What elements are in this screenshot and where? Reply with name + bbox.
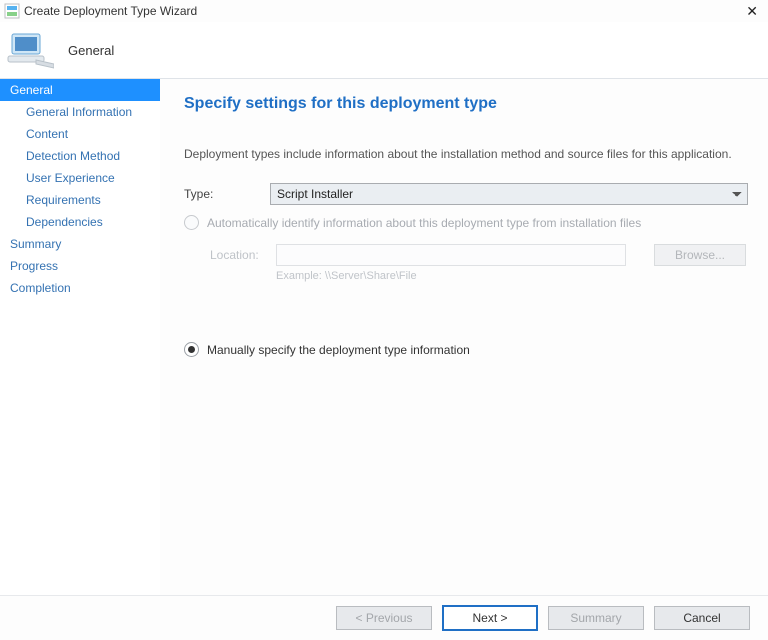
content: Specify settings for this deployment typ… bbox=[160, 79, 768, 595]
auto-identify-radio: Automatically identify information about… bbox=[184, 215, 748, 230]
summary-button: Summary bbox=[548, 606, 644, 630]
description: Deployment types include information abo… bbox=[184, 147, 748, 161]
nav-item-summary[interactable]: Summary bbox=[0, 233, 160, 255]
nav-label: Requirements bbox=[26, 193, 101, 207]
nav-item-detection-method[interactable]: Detection Method bbox=[0, 145, 160, 167]
nav-label: Progress bbox=[10, 259, 58, 273]
close-icon[interactable]: ✕ bbox=[740, 3, 764, 20]
nav-item-general-information[interactable]: General Information bbox=[0, 101, 160, 123]
nav-label: Detection Method bbox=[26, 149, 120, 163]
nav-item-progress[interactable]: Progress bbox=[0, 255, 160, 277]
browse-button: Browse... bbox=[654, 244, 746, 266]
form-area: Deployment types include information abo… bbox=[184, 147, 748, 585]
location-input bbox=[276, 244, 626, 266]
location-example: Example: \\Server\Share\File bbox=[276, 270, 748, 282]
type-select[interactable]: Script Installer bbox=[270, 183, 748, 205]
nav-label: User Experience bbox=[26, 171, 115, 185]
previous-button: < Previous bbox=[336, 606, 432, 630]
wizard-window: Create Deployment Type Wizard ✕ General … bbox=[0, 0, 768, 640]
nav-label: Dependencies bbox=[26, 215, 103, 229]
window-title: Create Deployment Type Wizard bbox=[24, 4, 197, 18]
nav-item-dependencies[interactable]: Dependencies bbox=[0, 211, 160, 233]
nav-label: Content bbox=[26, 127, 68, 141]
footer: < Previous Next > Summary Cancel bbox=[0, 595, 768, 640]
titlebar-left: Create Deployment Type Wizard bbox=[4, 3, 197, 19]
location-label: Location: bbox=[210, 248, 270, 262]
type-label: Type: bbox=[184, 187, 270, 201]
cancel-button[interactable]: Cancel bbox=[654, 606, 750, 630]
auto-identify-label: Automatically identify information about… bbox=[207, 216, 641, 230]
banner: General bbox=[0, 22, 768, 78]
manual-specify-radio[interactable]: Manually specify the deployment type inf… bbox=[184, 342, 748, 357]
location-group: Location: Browse... Example: \\Server\Sh… bbox=[210, 244, 748, 282]
computer-icon bbox=[6, 30, 54, 70]
nav-item-completion[interactable]: Completion bbox=[0, 277, 160, 299]
nav-label: Completion bbox=[10, 281, 71, 295]
manual-specify-label: Manually specify the deployment type inf… bbox=[207, 343, 470, 357]
body: General General Information Content Dete… bbox=[0, 79, 768, 595]
titlebar: Create Deployment Type Wizard ✕ bbox=[0, 0, 768, 22]
banner-title: General bbox=[68, 43, 114, 58]
radio-icon bbox=[184, 215, 199, 230]
nav-label: General bbox=[10, 83, 53, 97]
next-button[interactable]: Next > bbox=[442, 605, 538, 631]
nav-label: General Information bbox=[26, 105, 132, 119]
radio-icon bbox=[184, 342, 199, 357]
nav-label: Summary bbox=[10, 237, 61, 251]
page-heading: Specify settings for this deployment typ… bbox=[184, 95, 748, 113]
nav-item-general[interactable]: General bbox=[0, 79, 160, 101]
location-row: Location: Browse... bbox=[210, 244, 748, 266]
nav-item-content[interactable]: Content bbox=[0, 123, 160, 145]
app-icon bbox=[4, 3, 20, 19]
nav-item-user-experience[interactable]: User Experience bbox=[0, 167, 160, 189]
wizard-nav: General General Information Content Dete… bbox=[0, 79, 160, 595]
type-row: Type: Script Installer bbox=[184, 183, 748, 205]
nav-item-requirements[interactable]: Requirements bbox=[0, 189, 160, 211]
